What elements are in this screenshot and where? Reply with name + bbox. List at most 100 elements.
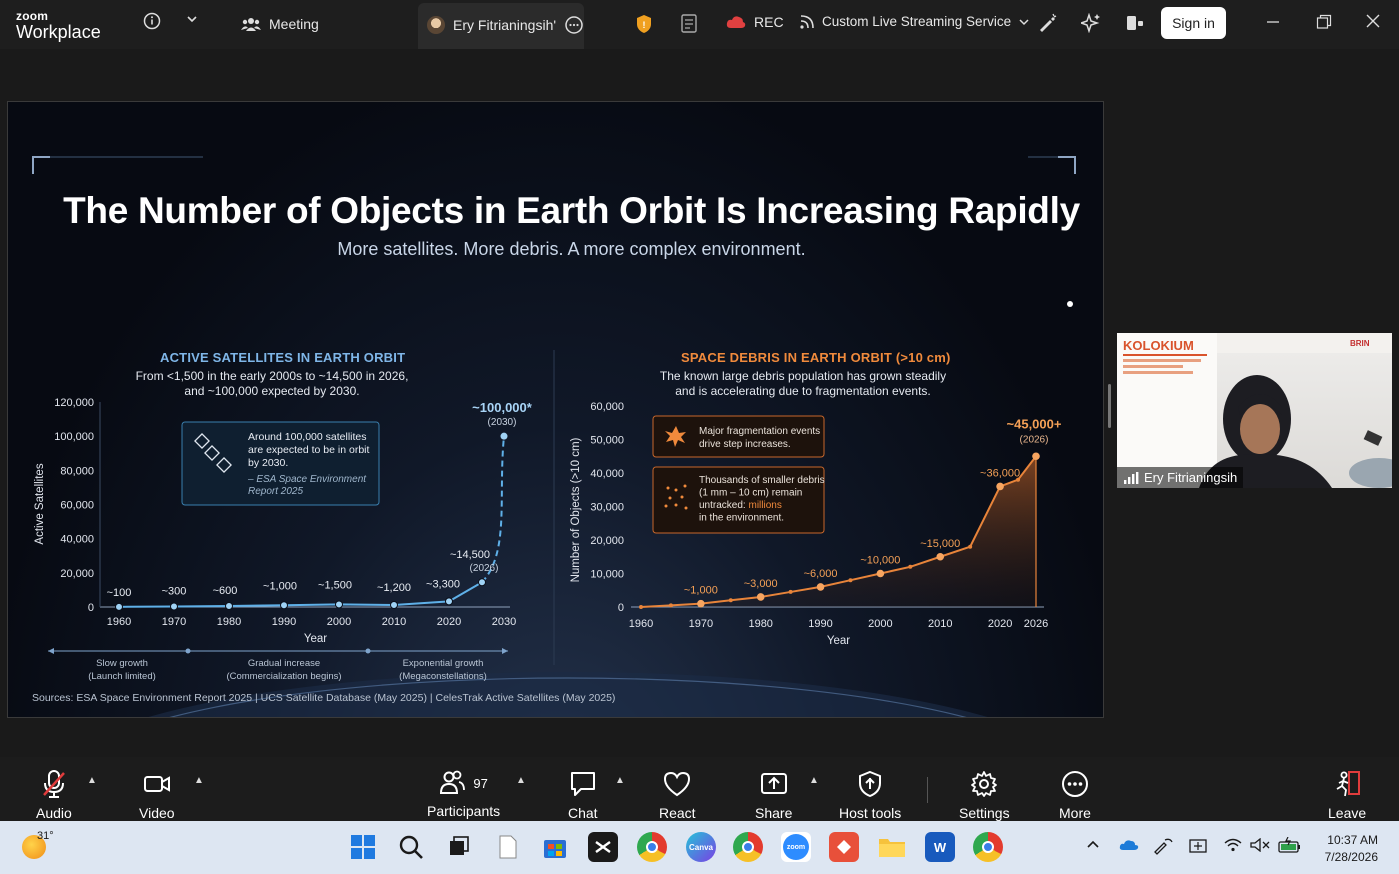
splitter-handle[interactable] — [1108, 384, 1111, 428]
debris-data-point — [848, 578, 853, 583]
share-options-caret[interactable]: ▲ — [809, 775, 819, 786]
debris-data-point — [1032, 452, 1040, 461]
store-icon[interactable] — [540, 832, 570, 862]
minimize-icon[interactable] — [1266, 14, 1280, 28]
onedrive-icon[interactable] — [1119, 838, 1139, 857]
host-tools-button[interactable]: Host tools — [839, 769, 901, 821]
shared-screen[interactable]: The Number of Objects in Earth Orbit Is … — [7, 101, 1104, 718]
rec-label: REC — [754, 14, 784, 30]
react-button[interactable]: React — [659, 769, 696, 821]
debris-data-point — [816, 583, 825, 591]
annotate-icon[interactable] — [1037, 13, 1057, 33]
task-view-icon[interactable] — [444, 832, 474, 862]
react-label: React — [659, 805, 696, 821]
more-options-icon[interactable] — [564, 15, 584, 35]
leave-button[interactable]: Leave — [1328, 769, 1366, 821]
windows-taskbar: 31° Canva zoom W 10:37 AM 7/28/2026 — [0, 821, 1399, 874]
anydesk-icon[interactable] — [829, 832, 859, 862]
debris-callout-text: untracked: millions — [699, 500, 782, 511]
debris-data-point — [728, 598, 733, 603]
x-tick-label: 1990 — [808, 618, 832, 630]
participant-video[interactable]: KOLOKIUM BRIN Ery Fitrianingsih — [1117, 333, 1392, 488]
leave-icon — [1336, 771, 1361, 797]
search-icon[interactable] — [396, 832, 426, 862]
meeting-controls: Audio ▲ Video ▲ 97 Participants ▲ Chat ▲… — [0, 757, 1399, 821]
chrome-profile-icon[interactable] — [637, 832, 667, 862]
participants-button[interactable]: 97 Participants — [427, 769, 500, 819]
participant-count: 97 — [473, 775, 488, 791]
system-clock[interactable]: 10:37 AM 7/28/2026 — [1312, 832, 1378, 866]
audio-button[interactable]: Audio — [36, 769, 72, 821]
settings-button[interactable]: Settings — [959, 769, 1010, 821]
display-icon[interactable] — [1188, 836, 1208, 861]
apps-icon[interactable] — [1125, 13, 1145, 33]
debris-data-label: ~36,000 — [980, 467, 1020, 479]
canva-icon[interactable]: Canva — [686, 832, 716, 862]
debris-callout-highlight: millions — [748, 500, 781, 511]
clock-time: 10:37 AM — [1327, 833, 1378, 847]
close-icon[interactable] — [1366, 14, 1380, 28]
people-icon — [241, 18, 261, 31]
chat-button[interactable]: Chat — [568, 769, 598, 821]
chrome-icon[interactable] — [733, 832, 763, 862]
y-tick-label: 50,000 — [590, 435, 624, 447]
clock-date: 7/28/2026 — [1324, 850, 1378, 864]
word-icon[interactable]: W — [925, 832, 955, 862]
debris-data-label: ~10,000 — [860, 555, 900, 567]
debris-callout-text: in the environment. — [699, 513, 784, 524]
info-icon[interactable] — [143, 12, 161, 30]
y-tick-label: 10,000 — [590, 569, 624, 581]
ai-sparkle-icon[interactable] — [1081, 13, 1101, 33]
participants-options-caret[interactable]: ▲ — [516, 775, 526, 786]
zoom-logo: zoom Workplace — [16, 10, 101, 41]
video-button[interactable]: Video — [139, 769, 175, 821]
heart-icon — [664, 771, 691, 797]
share-button[interactable]: Share — [755, 769, 792, 821]
more-button[interactable]: More — [1059, 769, 1091, 821]
restore-icon[interactable] — [1316, 14, 1332, 30]
chat-options-caret[interactable]: ▲ — [615, 775, 625, 786]
y-tick-label: 20,000 — [590, 535, 624, 547]
y-tick-label: 30,000 — [590, 502, 624, 514]
chevron-down-icon[interactable] — [186, 14, 198, 24]
file-explorer-icon[interactable] — [877, 832, 907, 862]
brand-top: zoom — [16, 9, 49, 23]
speaker-tab-content[interactable]: Ery Fitrianingsih' — [427, 15, 584, 35]
volume-muted-icon[interactable] — [1250, 837, 1270, 857]
participants-label: Participants — [427, 803, 501, 819]
meeting-view-button[interactable]: Meeting — [241, 15, 319, 33]
debris-dot — [684, 506, 688, 510]
svg-text:!: ! — [643, 20, 646, 30]
pen-icon[interactable] — [1152, 837, 1174, 860]
x-tick-label: 2010 — [928, 618, 952, 630]
audio-options-caret[interactable]: ▲ — [87, 775, 97, 786]
video-options-caret[interactable]: ▲ — [194, 775, 204, 786]
camera-icon — [143, 776, 170, 792]
debris-data-label: ~15,000 — [920, 538, 960, 550]
notepad-icon[interactable] — [493, 832, 523, 862]
debris-dot — [664, 504, 668, 508]
slide-sources: Sources: ESA Space Environment Report 20… — [32, 692, 616, 704]
record-button[interactable]: REC — [726, 14, 784, 30]
chat-icon — [570, 772, 595, 796]
zoom-taskbar-icon[interactable]: zoom — [781, 832, 811, 862]
x-tick-label: 2020 — [988, 618, 1012, 630]
toolbar-divider — [927, 777, 928, 803]
avatar — [427, 16, 445, 34]
debris-data-sublabel: (2026) — [1020, 434, 1049, 445]
start-icon[interactable] — [348, 832, 378, 862]
video-label: Video — [139, 805, 175, 821]
document-icon[interactable] — [680, 13, 700, 35]
host-tools-label: Host tools — [839, 805, 902, 821]
live-streaming-button[interactable]: Custom Live Streaming Service — [800, 14, 1029, 29]
shield-icon[interactable]: ! — [635, 14, 653, 34]
chevron-up-icon[interactable] — [1086, 838, 1100, 852]
capcut-icon[interactable] — [588, 832, 618, 862]
debris-data-label: ~3,000 — [744, 578, 778, 590]
x-tick-label: 1980 — [748, 618, 772, 630]
x-axis-label: Year — [827, 635, 850, 647]
sign-in-button[interactable]: Sign in — [1161, 7, 1226, 39]
wifi-icon[interactable] — [1224, 838, 1242, 857]
battery-icon[interactable] — [1278, 836, 1302, 858]
chrome-profile-k-icon[interactable] — [973, 832, 1003, 862]
